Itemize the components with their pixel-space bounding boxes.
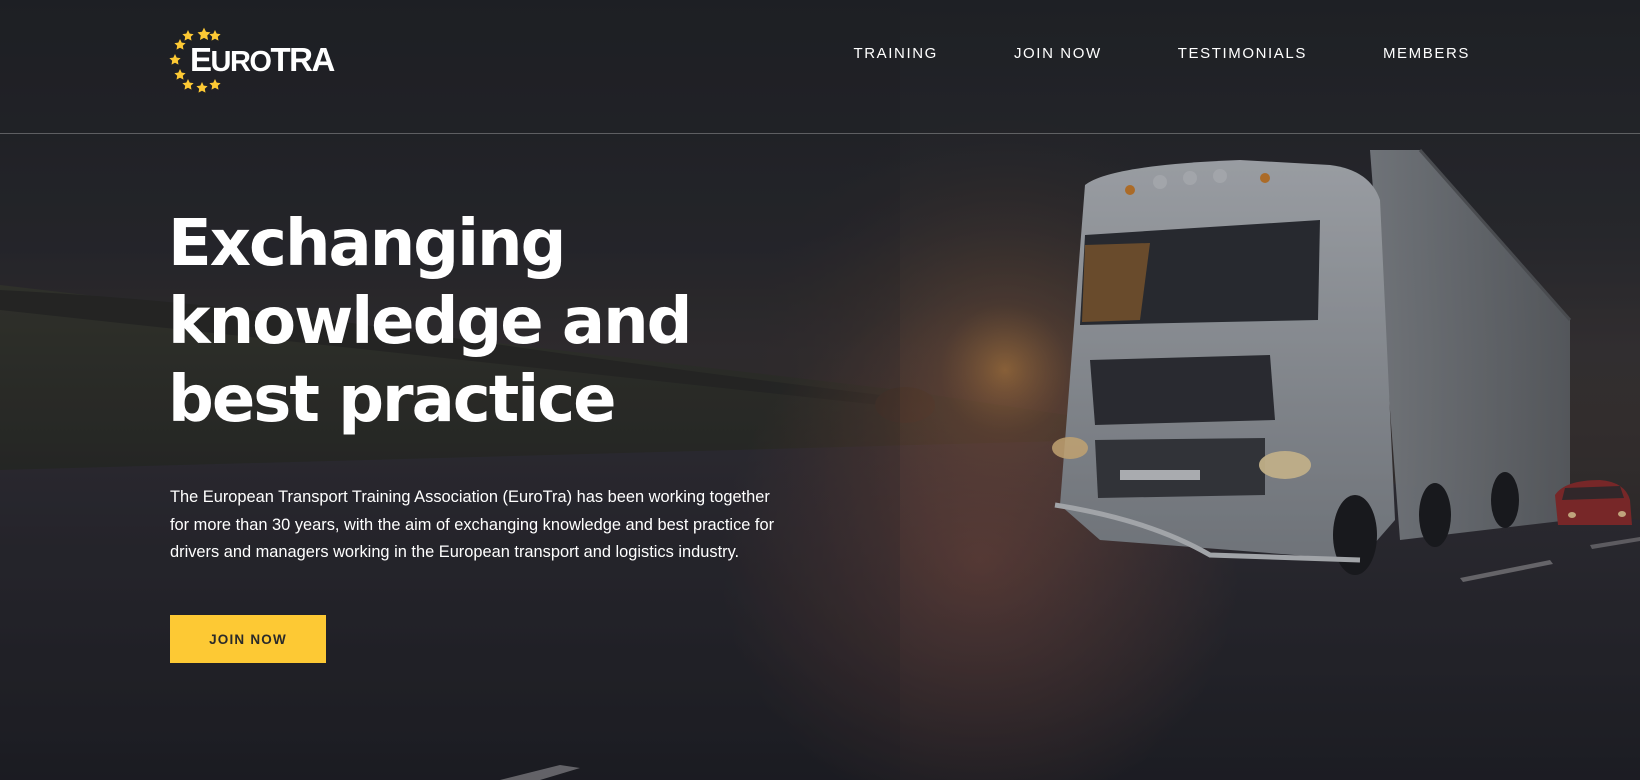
eurotra-logo[interactable]: EUROTRA	[168, 24, 338, 96]
hero-section: EUROTRA TRAINING JOIN NOW TESTIMONIALS M…	[0, 0, 1640, 780]
main-navigation: TRAINING JOIN NOW TESTIMONIALS MEMBERS	[777, 45, 1470, 63]
logo-wordmark: EUROTRA	[190, 41, 335, 78]
hero-title: Exchanging knowledge and best practice	[168, 205, 808, 439]
nav-item-members[interactable]: MEMBERS	[1383, 45, 1470, 63]
nav-item-testimonials[interactable]: TESTIMONIALS	[1178, 45, 1307, 63]
site-header: EUROTRA TRAINING JOIN NOW TESTIMONIALS M…	[0, 0, 1640, 134]
join-now-button[interactable]: JOIN NOW	[170, 615, 326, 663]
hero-title-line: Exchanging	[168, 207, 566, 281]
hero-title-line: best practice	[168, 363, 617, 437]
hero-description-line: drivers and managers working in the Euro…	[170, 543, 740, 561]
hero-description: The European Transport Training Associat…	[170, 484, 810, 567]
hero-description-line: The European Transport Training Associat…	[170, 488, 770, 506]
nav-item-join-now[interactable]: JOIN NOW	[1014, 45, 1102, 63]
hero-description-line: for more than 30 years, with the aim of …	[170, 515, 775, 534]
hero-title-line: knowledge and	[168, 285, 692, 359]
nav-item-training[interactable]: TRAINING	[853, 45, 937, 63]
